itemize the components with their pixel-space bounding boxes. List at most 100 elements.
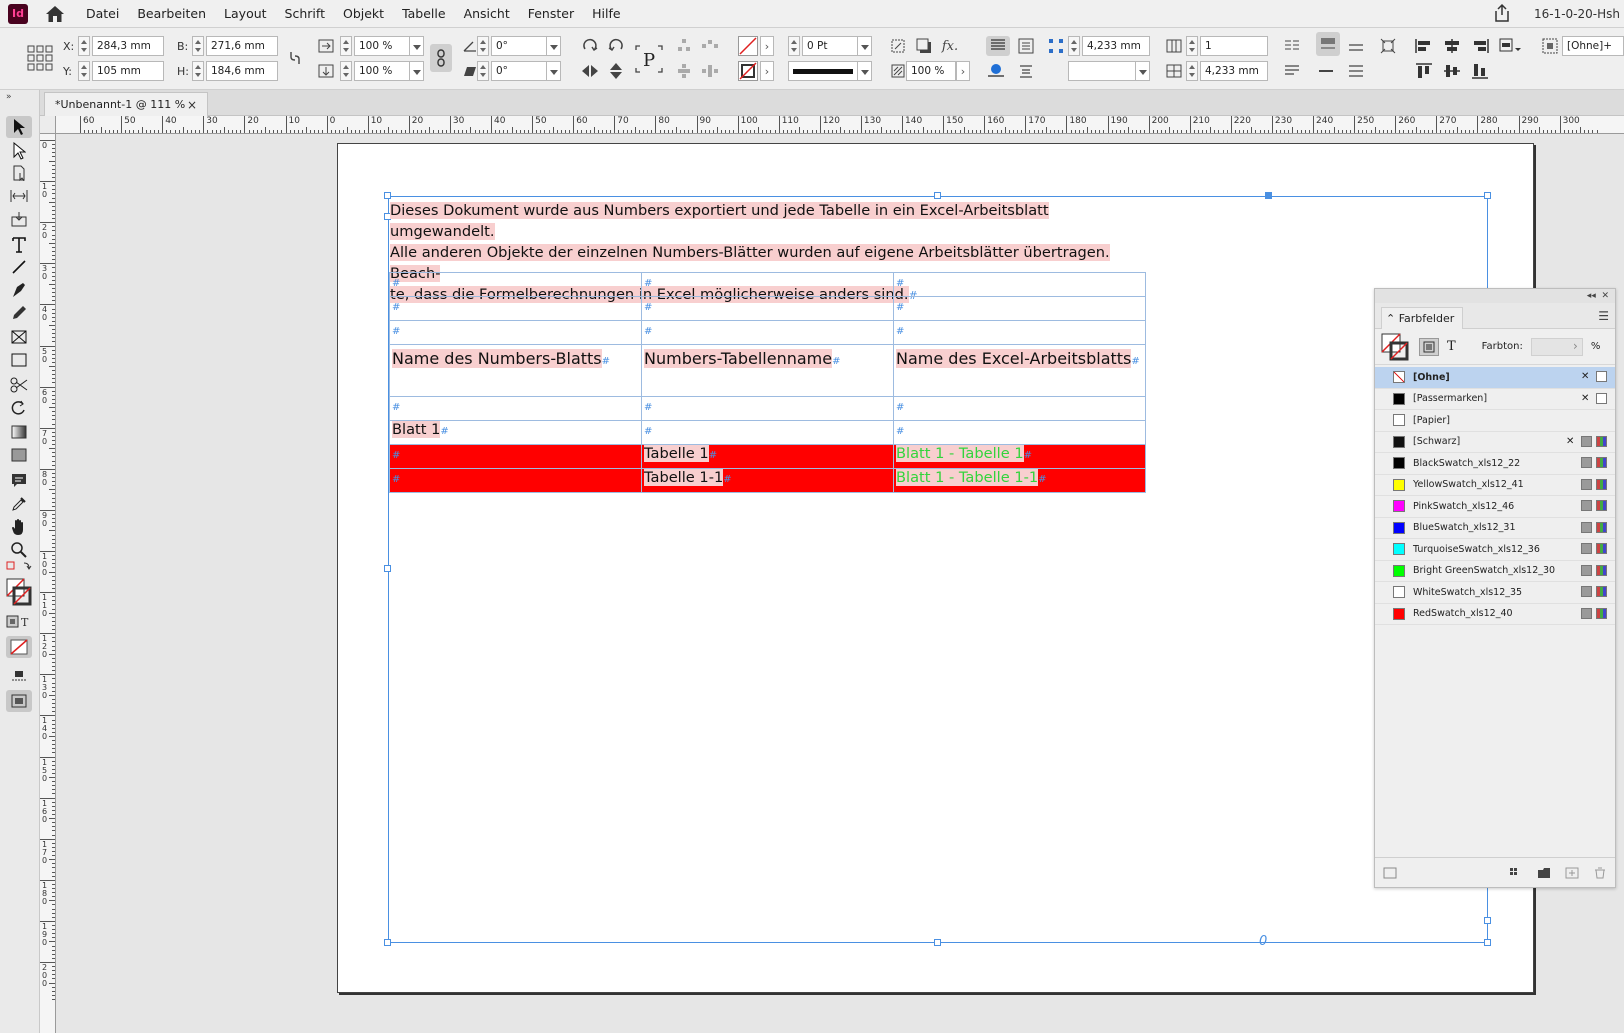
stroke-type-field[interactable]: [788, 61, 858, 81]
scale-x-field[interactable]: 100 %: [354, 36, 410, 56]
eyedropper-tool-icon[interactable]: [6, 493, 32, 515]
align-vertical-centers-icon[interactable]: [1442, 61, 1462, 81]
menu-fenster[interactable]: Fenster: [528, 6, 574, 21]
delete-swatch-icon[interactable]: [1593, 867, 1607, 879]
drop-shadow-icon[interactable]: [914, 36, 934, 56]
show-swatches-icon[interactable]: [1383, 867, 1397, 879]
stroke-weight-stepper[interactable]: [788, 36, 800, 56]
shear-field[interactable]: 0°: [491, 61, 547, 81]
handle-middle-left[interactable]: [384, 565, 391, 572]
opacity-dropdown[interactable]: ›: [956, 61, 970, 81]
y-field[interactable]: 105 mm: [92, 61, 164, 81]
pen-tool-icon[interactable]: [6, 279, 32, 301]
excel-name-cell[interactable]: Blatt 1 - Tabelle 1#: [893, 444, 1146, 469]
pencil-tool-icon[interactable]: [6, 302, 32, 324]
header-excel-sheet[interactable]: Name des Excel-Arbeitsblatts#: [893, 344, 1146, 397]
fill-dropdown[interactable]: ›: [760, 36, 774, 56]
panel-collapse-bar[interactable]: ◂◂ ✕: [1375, 289, 1615, 303]
swatch-row[interactable]: [Papier]: [1375, 410, 1615, 432]
table-cell[interactable]: #: [893, 296, 1146, 321]
fill-none-icon[interactable]: [738, 36, 758, 56]
horizontal-ruler[interactable]: 60 50 40 30 20 10 0 10 20 30 40 50 60 70 80 90 100 110 120…: [56, 116, 1624, 134]
fx-icon[interactable]: fx.: [940, 36, 960, 56]
y-stepper[interactable]: [78, 61, 90, 81]
align-horizontal-centers-icon[interactable]: [1442, 36, 1462, 56]
shear-dropdown[interactable]: [547, 61, 561, 81]
selection-tool-icon[interactable]: [6, 116, 32, 138]
swatch-row[interactable]: [Schwarz] ✕: [1375, 432, 1615, 453]
align-bottom-icon[interactable]: [1346, 36, 1366, 56]
close-icon[interactable]: ×: [187, 98, 197, 112]
x-stepper[interactable]: [78, 36, 90, 56]
swatch-row[interactable]: BlueSwatch_xls12_31: [1375, 518, 1615, 539]
rectangle-tool-icon[interactable]: [6, 349, 32, 371]
scale-x-dropdown[interactable]: [410, 36, 424, 56]
table-cell[interactable]: #: [893, 320, 1146, 345]
vertical-ruler[interactable]: 0 1 0 2 0 3 0 4 0 5 0 6 0 7 0 8 0 9 0 1 0 0 1 1 0 1 …: [40, 134, 56, 1033]
table-cell[interactable]: #: [641, 320, 894, 345]
swatch-row[interactable]: Bright GreenSwatch_xls12_30: [1375, 561, 1615, 582]
gutter-stepper[interactable]: [1186, 61, 1198, 81]
rotate-tool-icon[interactable]: [6, 397, 32, 419]
swatch-row[interactable]: TurquoiseSwatch_xls12_36: [1375, 539, 1615, 561]
in-port-handle[interactable]: [1265, 192, 1272, 199]
show-color-swatches-icon[interactable]: [1509, 867, 1523, 879]
rotate-dropdown[interactable]: [547, 36, 561, 56]
sheet-name-cell[interactable]: Blatt 1#: [389, 420, 642, 445]
handle-top-center[interactable]: [934, 192, 941, 199]
swatch-row[interactable]: [Passermarken] ✕: [1375, 389, 1615, 410]
balance-columns-icon[interactable]: [1282, 36, 1302, 56]
handle-bottom-center[interactable]: [934, 939, 941, 946]
rotate-field[interactable]: 0°: [491, 36, 547, 56]
distribute-icon[interactable]: [674, 36, 694, 56]
text-format-icon[interactable]: T: [1447, 339, 1456, 354]
distribute-spacing-icon[interactable]: [700, 36, 720, 56]
select-container-icon[interactable]: [700, 61, 720, 81]
app-icon[interactable]: Id: [8, 3, 28, 24]
table-name-cell[interactable]: Tabelle 1#: [641, 444, 894, 469]
rotate-ccw-icon[interactable]: [606, 36, 626, 56]
gradient-feather-tool-icon[interactable]: [6, 444, 32, 466]
scale-y-dropdown[interactable]: [410, 61, 424, 81]
menu-bearbeiten[interactable]: Bearbeiten: [137, 6, 206, 21]
home-icon[interactable]: [42, 3, 68, 25]
opacity-field[interactable]: 100 %: [906, 61, 956, 81]
align-top-text-icon[interactable]: [986, 36, 1010, 56]
columns-stepper[interactable]: [1186, 36, 1198, 56]
auto-fit-icon[interactable]: [1378, 36, 1398, 56]
handle-top-left[interactable]: [384, 192, 391, 199]
stroke-style-dropdown[interactable]: [1136, 61, 1150, 81]
stroke-weight-field[interactable]: 0 Pt: [802, 36, 858, 56]
stroke-none-icon[interactable]: [738, 61, 758, 81]
justify-vertical-icon[interactable]: [1346, 61, 1366, 81]
swatch-row[interactable]: RedSwatch_xls12_40: [1375, 604, 1615, 625]
excel-name-cell[interactable]: Blatt 1 - Tabelle 1-1#: [893, 468, 1146, 493]
table-cell[interactable]: #: [893, 420, 1146, 445]
formatting-affects-container-icon[interactable]: T: [6, 614, 32, 630]
select-content-icon[interactable]: [674, 61, 694, 81]
height-stepper[interactable]: [192, 61, 204, 81]
gutter-field[interactable]: 4,233 mm: [1200, 61, 1268, 81]
fill-stroke-toggle-icon[interactable]: [1381, 332, 1411, 361]
align-top-icon[interactable]: [1316, 32, 1340, 56]
object-style-field[interactable]: [Ohne]+: [1562, 36, 1624, 56]
swatch-row[interactable]: WhiteSwatch_xls12_35: [1375, 582, 1615, 604]
rotate-stepper[interactable]: [477, 36, 489, 56]
header-numbers-sheet[interactable]: Name des Numbers-Blatts#: [389, 344, 642, 397]
height-field[interactable]: 184,6 mm: [206, 61, 278, 81]
table-cell[interactable]: #: [893, 272, 1146, 297]
table-cell[interactable]: #: [389, 444, 642, 469]
menu-ansicht[interactable]: Ansicht: [464, 6, 510, 21]
scale-y-field[interactable]: 100 %: [354, 61, 410, 81]
effects-icon[interactable]: [888, 36, 908, 56]
reference-point-p-icon[interactable]: P: [634, 42, 664, 76]
tab-swatches[interactable]: ⌃ Farbfelder: [1381, 306, 1464, 329]
stroke-dropdown[interactable]: ›: [760, 61, 774, 81]
preview-mode-icon[interactable]: [6, 690, 32, 712]
container-format-icon[interactable]: [1419, 337, 1439, 356]
constrain-proportions-icon[interactable]: [285, 48, 305, 68]
stroke-weight-dropdown[interactable]: [858, 36, 872, 56]
page[interactable]: Dieses Dokument wurde aus Numbers export…: [337, 143, 1534, 993]
inset-stepper[interactable]: [1068, 36, 1080, 56]
menu-hilfe[interactable]: Hilfe: [592, 6, 620, 21]
